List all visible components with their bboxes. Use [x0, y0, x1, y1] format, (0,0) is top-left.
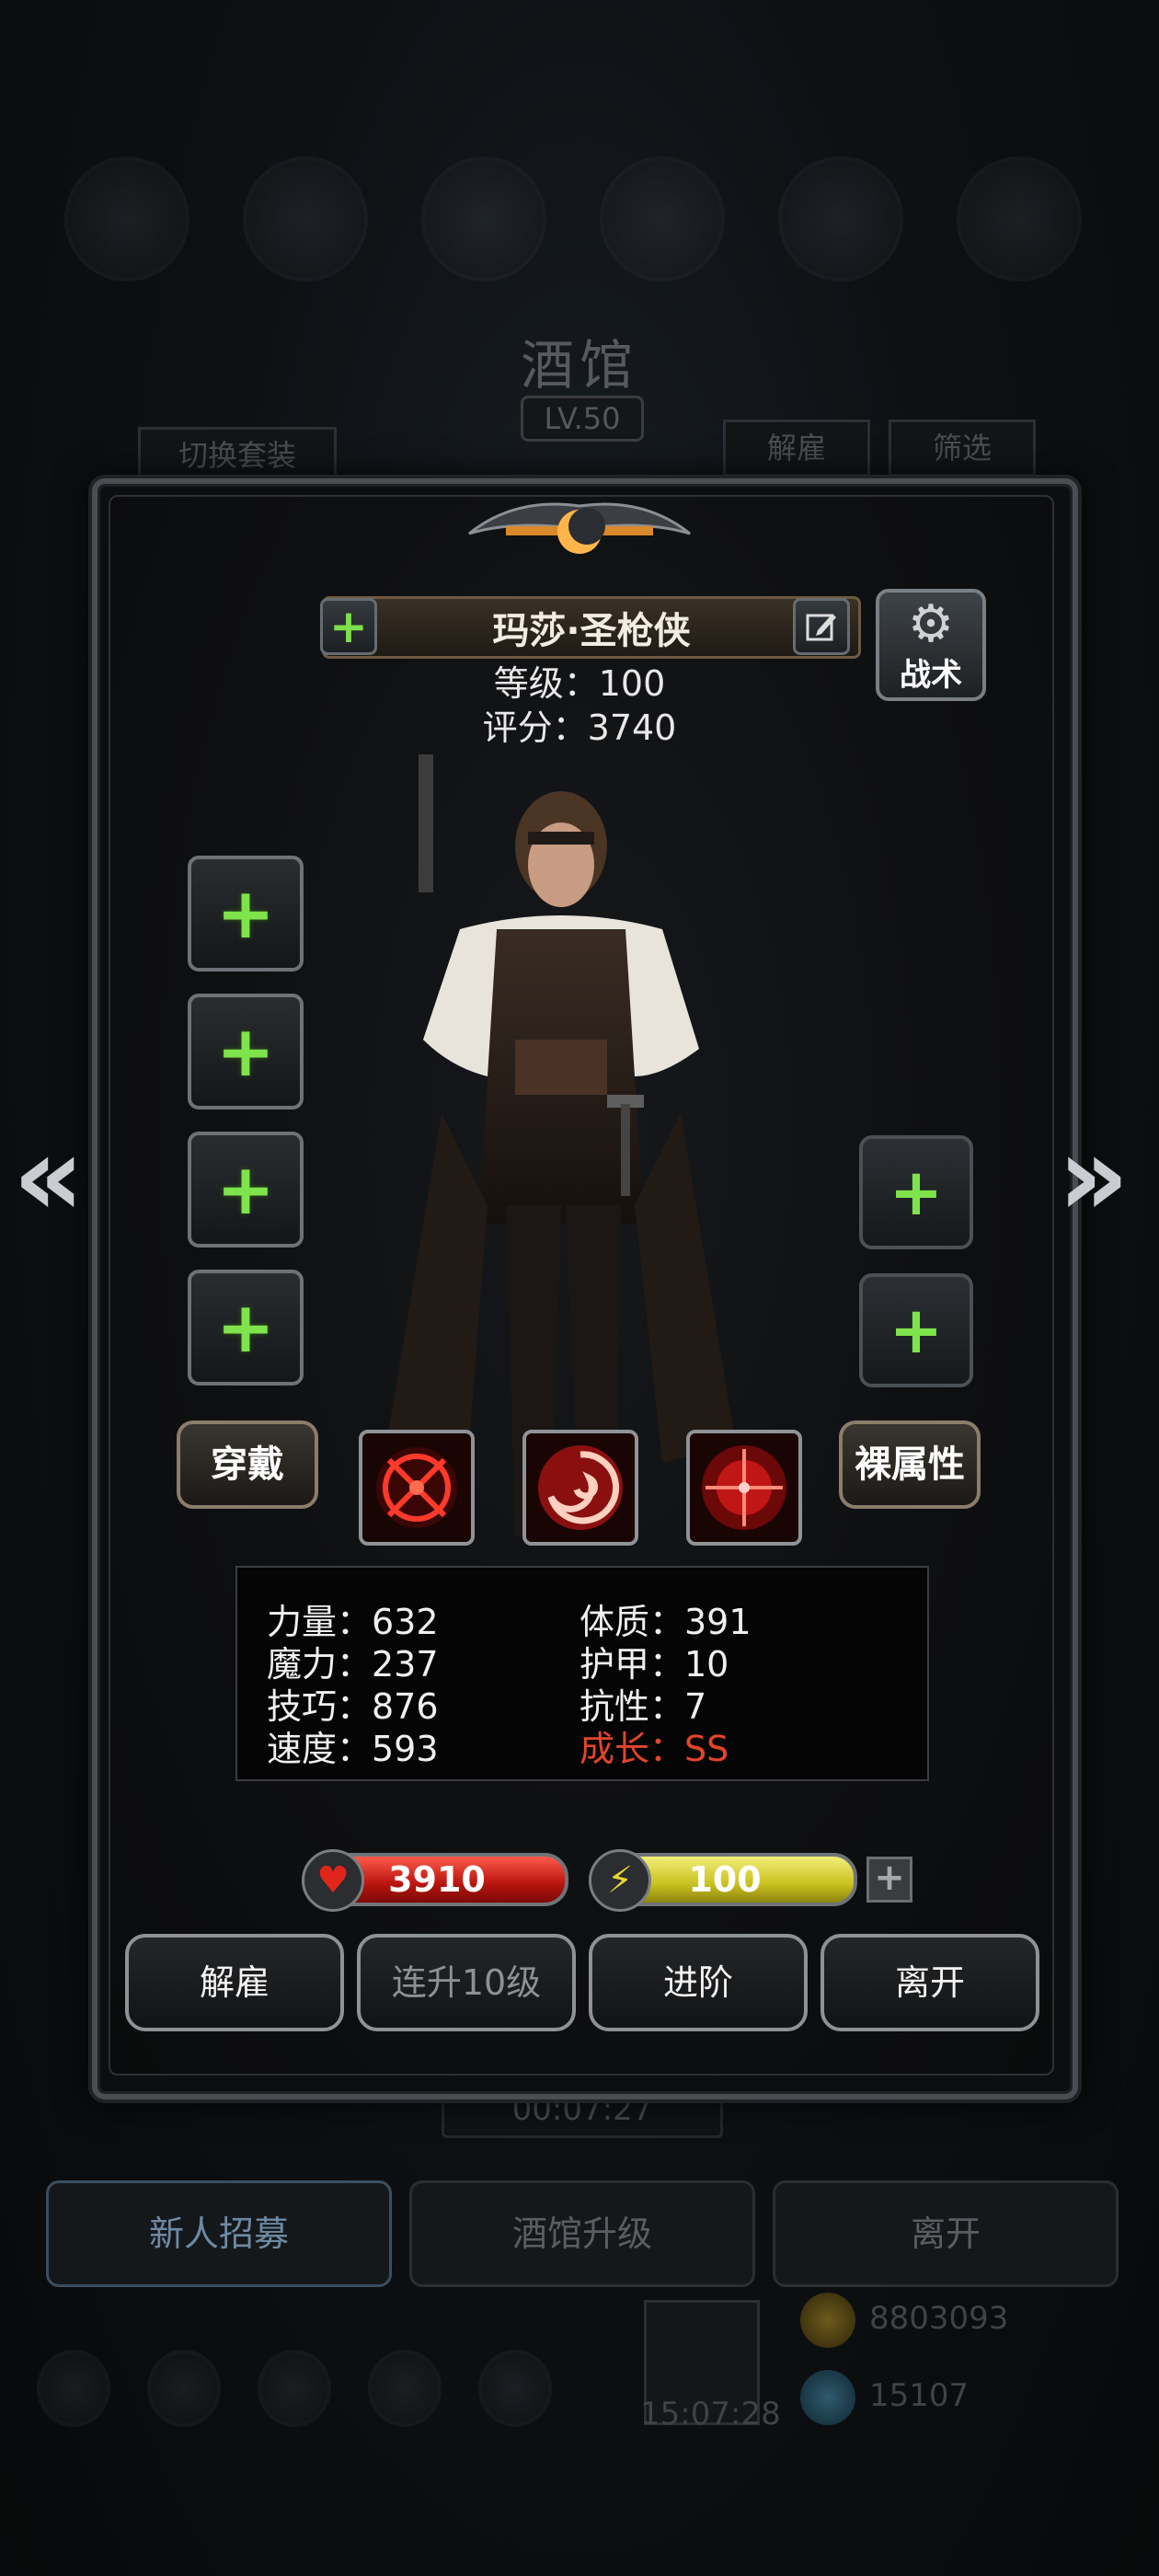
- wear-button[interactable]: 穿戴: [177, 1420, 318, 1509]
- accessory-slot-2[interactable]: +: [859, 1273, 973, 1387]
- plus-icon: +: [216, 1010, 275, 1092]
- menu-round-icon: [957, 156, 1082, 282]
- menu-round-icon: [258, 2350, 331, 2427]
- menu-round-icon: [368, 2350, 442, 2427]
- top-menu-icons: [28, 156, 1159, 285]
- plus-icon: +: [216, 872, 275, 954]
- plus-icon: +: [216, 1148, 275, 1230]
- clock-text: 15:07:28: [640, 2396, 781, 2432]
- menu-round-icon: [147, 2350, 221, 2427]
- tab-new-recruit: 新人招募: [46, 2180, 392, 2287]
- edit-icon: [806, 614, 836, 641]
- menu-round-icon: [778, 156, 903, 282]
- add-favorite-button[interactable]: +: [320, 598, 377, 655]
- base-attr-button[interactable]: 裸属性: [839, 1420, 981, 1509]
- target-skill-icon: [702, 1445, 786, 1530]
- attr-speed: 速度：593: [267, 1729, 439, 1769]
- gem-amount: 15107: [869, 2377, 970, 2414]
- menu-round-icon: [478, 2350, 552, 2427]
- bg-dismiss-button: 解雇: [723, 420, 870, 477]
- accessory-slot-1[interactable]: +: [859, 1135, 973, 1249]
- plus-icon: +: [889, 1293, 944, 1368]
- heart-icon: ♥: [302, 1849, 364, 1912]
- gem-icon: [800, 2370, 855, 2425]
- leave-button[interactable]: 离开: [820, 1934, 1039, 2031]
- gold-coin-icon: [800, 2293, 855, 2348]
- swirl-skill-icon: [538, 1445, 623, 1530]
- tavern-title: 酒馆: [520, 334, 638, 397]
- plus-icon: +: [216, 1286, 275, 1368]
- menu-round-icon: [600, 156, 725, 282]
- crosshair-skill-icon: [376, 1447, 457, 1528]
- equip-slot-weapon[interactable]: +: [188, 856, 304, 972]
- hero-name: 玛莎·圣枪侠: [322, 596, 861, 659]
- menu-round-icon: [243, 156, 368, 282]
- equip-slot-3[interactable]: +: [188, 1132, 304, 1248]
- gold-amount: 8803093: [869, 2300, 1009, 2337]
- filter-button: 筛选: [889, 420, 1036, 477]
- tab-tavern-upgrade: 酒馆升级: [409, 2180, 755, 2287]
- skill-3[interactable]: [686, 1430, 802, 1546]
- tactics-button[interactable]: ⚙ 战术: [876, 589, 986, 701]
- level-up-10-button[interactable]: 连升10级: [357, 1934, 576, 2031]
- advance-button[interactable]: 进阶: [589, 1934, 808, 2031]
- tactics-label: 战术: [900, 657, 962, 694]
- plus-icon: +: [889, 1155, 944, 1230]
- moon-ornament-icon: [468, 502, 691, 554]
- menu-round-icon: [64, 156, 189, 282]
- gear-icon: ⚙: [907, 594, 955, 654]
- equip-slot-4[interactable]: +: [188, 1270, 304, 1386]
- prev-hero-arrow-icon[interactable]: «: [13, 1113, 85, 1241]
- add-energy-button[interactable]: +: [866, 1857, 912, 1903]
- menu-round-icon: [421, 156, 546, 282]
- bottom-menu-icons: [37, 2350, 552, 2427]
- skill-1[interactable]: [359, 1430, 475, 1546]
- rename-button[interactable]: [793, 598, 850, 655]
- menu-round-icon: [37, 2350, 110, 2427]
- lightning-icon: ⚡: [589, 1849, 651, 1912]
- hero-score: 评分：3740: [482, 707, 677, 748]
- equip-slot-armor[interactable]: +: [188, 994, 304, 1110]
- attr-growth: 成长：SS: [580, 1729, 729, 1769]
- dismiss-button[interactable]: 解雇: [125, 1934, 344, 2031]
- plus-icon: +: [329, 600, 368, 653]
- next-hero-arrow-icon[interactable]: »: [1058, 1113, 1130, 1241]
- tavern-level: LV.50: [521, 396, 644, 442]
- skill-2[interactable]: [522, 1430, 638, 1546]
- tab-leave: 离开: [773, 2180, 1119, 2287]
- switch-outfit-button: 切换套装: [138, 427, 337, 484]
